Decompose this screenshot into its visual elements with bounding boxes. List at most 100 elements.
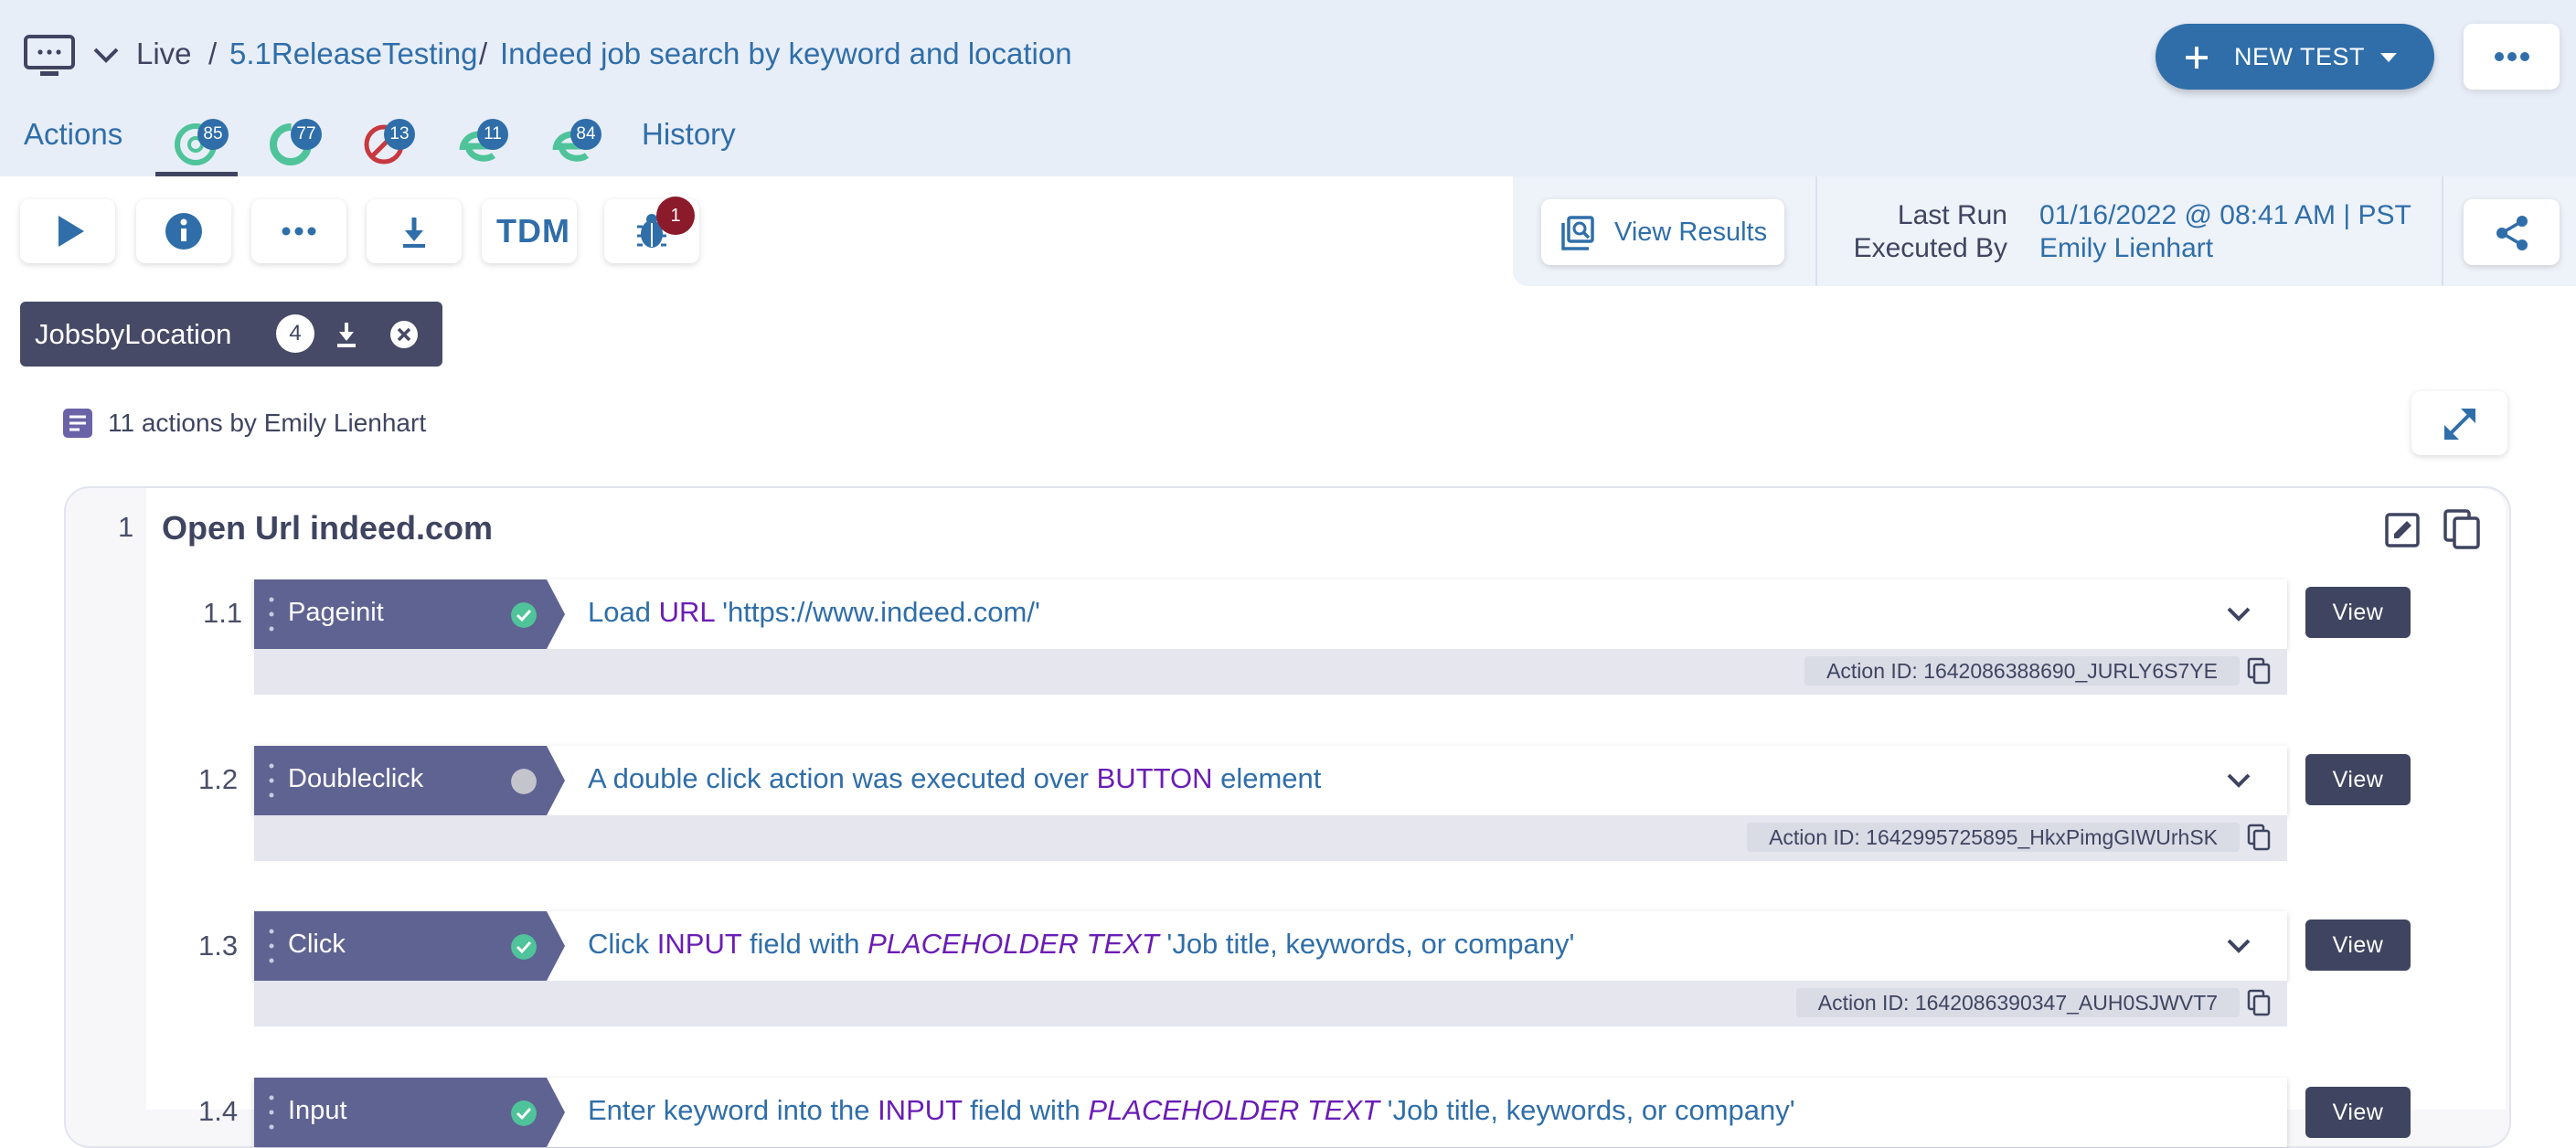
env-label[interactable]: Live — [136, 37, 192, 71]
step-row[interactable]: Click Click INPUT field with PLACEHOLDER… — [254, 911, 2287, 981]
run-button[interactable] — [20, 199, 115, 263]
step-row[interactable]: Pageinit Load URL 'https://www.indeed.co… — [254, 579, 2287, 649]
step-type-tag[interactable]: Click — [254, 911, 565, 981]
step-number: 1.4 — [198, 1095, 239, 1127]
bug-count-badge: 1 — [656, 197, 695, 235]
drag-handle-icon[interactable] — [269, 928, 274, 964]
step-number: 1.2 — [198, 763, 239, 795]
step-type-label: Click — [288, 930, 346, 959]
download-icon — [403, 218, 425, 248]
breadcrumb-separator-2: / — [479, 37, 488, 70]
breadcrumb-test-name[interactable]: Indeed job search by keyword and locatio… — [500, 37, 1072, 71]
copy-icon[interactable] — [2443, 508, 2481, 550]
step-description: Enter keyword into the INPUT field with … — [588, 1094, 1795, 1126]
view-button[interactable]: View — [2305, 1087, 2411, 1138]
chevron-down-icon[interactable] — [2225, 935, 2252, 957]
step-meta: Action ID: 1642086388690_JURLY6S7YE — [254, 649, 2287, 695]
download-button[interactable] — [367, 199, 462, 263]
chevron-down-icon[interactable] — [2225, 603, 2252, 625]
step-row[interactable]: Doubleclick A double click action was ex… — [254, 746, 2287, 815]
step-description: Load URL 'https://www.indeed.com/' — [588, 596, 1040, 628]
tdm-button[interactable]: TDM — [482, 199, 577, 263]
more-options-button[interactable] — [2464, 24, 2560, 90]
panel-divider — [1815, 176, 1817, 286]
edge-chromium-count-badge: 84 — [570, 119, 601, 150]
caret-down-icon — [2380, 53, 2397, 62]
share-button[interactable] — [2464, 199, 2560, 265]
last-run-label: Last Run — [1897, 200, 2007, 230]
firefox-count-badge: 77 — [291, 119, 322, 150]
tab-history[interactable]: History — [642, 117, 736, 152]
new-test-label: NEW TEST — [2234, 43, 2366, 70]
more-actions-button[interactable] — [251, 199, 346, 263]
download-icon[interactable] — [333, 320, 360, 349]
executed-by-value[interactable]: Emily Lienhart — [2039, 233, 2213, 264]
last-run-value: 01/16/2022 @ 08:41 AM | PST — [2039, 200, 2411, 230]
executed-by-label: Executed By — [1853, 233, 2007, 263]
check-circle-icon — [511, 602, 537, 628]
step-description: Click INPUT field with PLACEHOLDER TEXT … — [588, 928, 1575, 960]
group-title: Open Url indeed.com — [162, 509, 494, 547]
copy-icon[interactable] — [2247, 824, 2271, 851]
dataset-chip[interactable]: JobsbyLocation 4 — [20, 302, 442, 367]
play-icon — [59, 216, 84, 247]
edit-icon[interactable] — [2384, 512, 2421, 548]
copy-icon[interactable] — [2247, 989, 2271, 1016]
step-description: A double click action was executed over … — [588, 762, 1322, 794]
step-number: 1.1 — [203, 597, 243, 629]
view-button[interactable]: View — [2305, 587, 2411, 638]
action-id: Action ID: 1642086390347_AUH0SJWVT7 — [1795, 988, 2240, 1017]
drag-handle-icon[interactable] — [269, 596, 274, 632]
edge-count-badge: 11 — [477, 119, 508, 150]
step-type-tag[interactable]: Input — [254, 1078, 565, 1147]
action-id: Action ID: 1642086388690_JURLY6S7YE — [1804, 656, 2240, 686]
step-number: 1.3 — [198, 930, 239, 962]
view-results-button[interactable]: View Results — [1541, 199, 1784, 265]
panel-divider-2 — [2442, 176, 2443, 286]
safari-count-badge: 13 — [384, 119, 415, 150]
step-row[interactable]: Input Enter keyword into the INPUT field… — [254, 1078, 2287, 1147]
chevron-down-icon[interactable] — [2225, 770, 2252, 792]
active-tab-indicator — [155, 172, 238, 176]
view-button[interactable]: View — [2305, 754, 2411, 805]
actions-summary: 11 actions by Emily Lienhart — [108, 409, 427, 437]
ellipsis-icon — [282, 227, 316, 236]
step-type-label: Doubleclick — [288, 764, 424, 793]
env-dropdown-chevron-icon[interactable] — [91, 44, 121, 70]
chrome-count-badge: 85 — [197, 119, 229, 150]
expand-icon — [2444, 409, 2475, 440]
info-icon — [165, 213, 202, 250]
step-meta: Action ID: 1642995725895_HkxPimgGIWUrhSK — [254, 815, 2287, 861]
view-button[interactable]: View — [2305, 919, 2411, 971]
breadcrumb-separator: / — [208, 37, 218, 70]
close-circle-icon[interactable] — [389, 320, 419, 349]
ellipsis-icon — [2495, 52, 2529, 61]
step-type-label: Pageinit — [288, 598, 384, 627]
step-meta: Action ID: 1642086390347_AUH0SJWVT7 — [254, 981, 2287, 1026]
step-type-label: Input — [288, 1096, 347, 1125]
plus-icon — [2186, 47, 2208, 69]
tab-actions[interactable]: Actions — [24, 117, 122, 152]
new-test-button[interactable]: NEW TEST — [2156, 24, 2434, 90]
check-circle-icon — [511, 1100, 537, 1126]
copy-icon[interactable] — [2247, 657, 2271, 685]
step-type-tag[interactable]: Doubleclick — [254, 746, 565, 815]
expand-button[interactable] — [2411, 391, 2507, 455]
step-type-tag[interactable]: Pageinit — [254, 579, 565, 649]
breadcrumb-project[interactable]: 5.1ReleaseTesting — [229, 37, 478, 71]
status-pending-icon — [511, 769, 537, 794]
dataset-name: JobsbyLocation — [35, 318, 232, 350]
view-results-label: View Results — [1614, 218, 1768, 247]
group-number: 1 — [118, 511, 134, 543]
share-icon — [2496, 216, 2528, 250]
image-search-icon — [1561, 216, 1594, 250]
drag-handle-icon[interactable] — [269, 762, 274, 799]
drag-handle-icon[interactable] — [269, 1094, 274, 1131]
check-circle-icon — [511, 934, 537, 960]
action-id: Action ID: 1642995725895_HkxPimgGIWUrhSK — [1747, 823, 2240, 852]
dataset-count-badge: 4 — [276, 314, 314, 353]
monitor-icon[interactable] — [24, 35, 75, 83]
info-button[interactable] — [136, 199, 231, 263]
document-icon — [63, 409, 92, 438]
tdm-label: TDM — [496, 212, 570, 250]
